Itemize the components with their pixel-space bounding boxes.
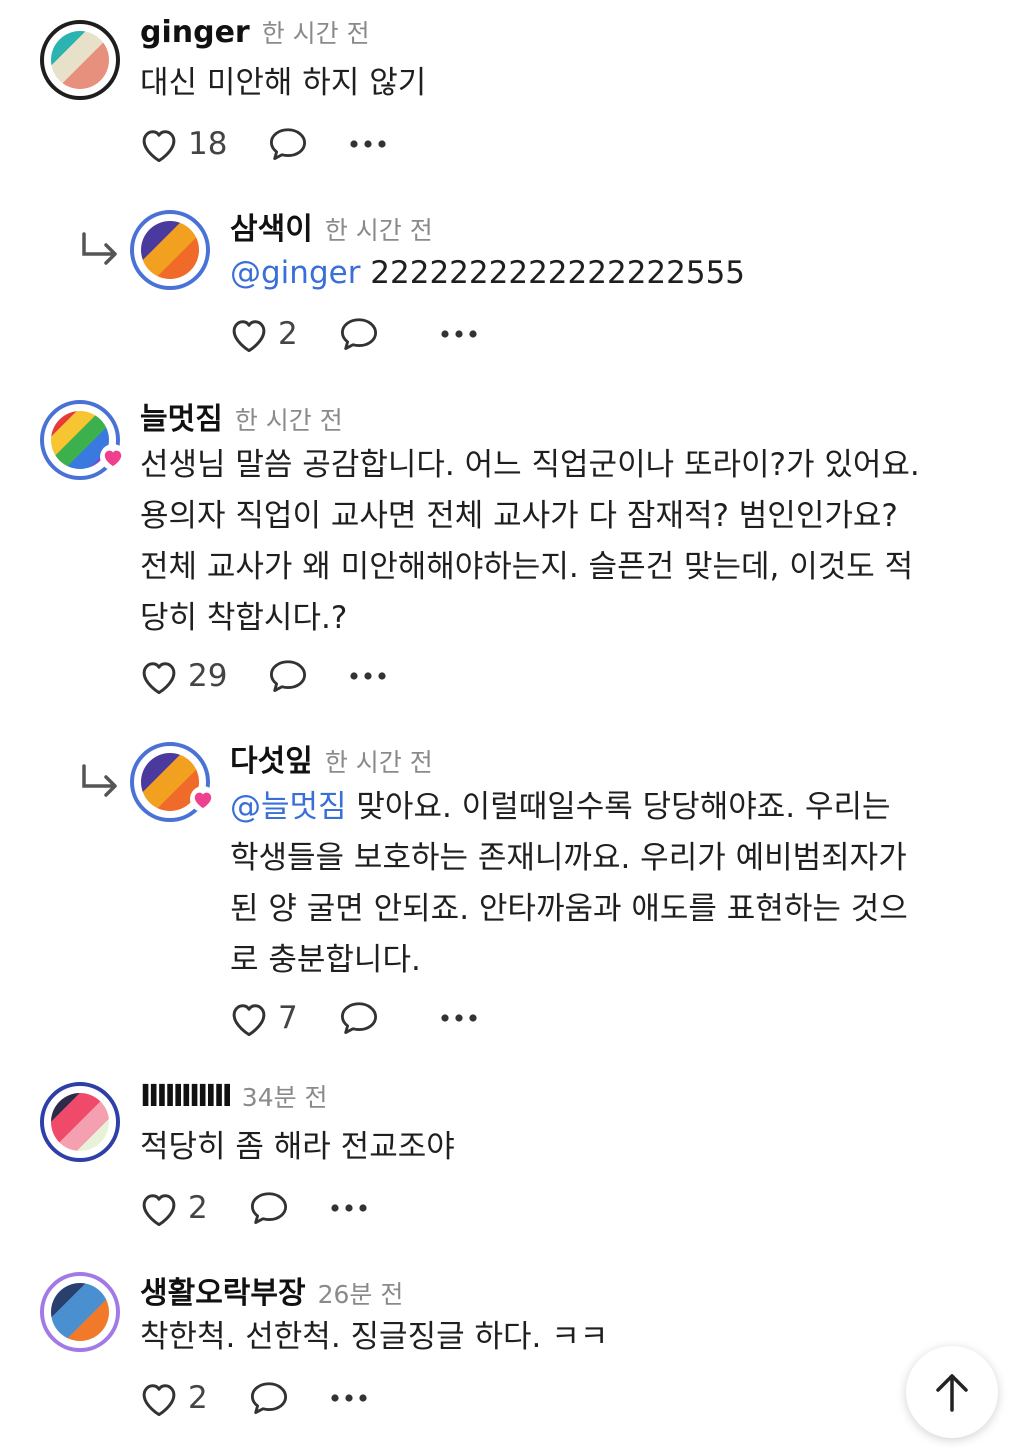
comment-header: 삼색이 한 시간 전 (230, 204, 433, 248)
comment-header: 늘멋짐 한 시간 전 (140, 394, 343, 438)
comment-text-line: 착한척. 선한척. 징글징글 하다. ㅋㅋ (140, 1319, 609, 1355)
arrow-up-icon (936, 1374, 968, 1412)
comment-text: 대신 미안해 하지 않기 (140, 58, 426, 109)
comment-text-line: 선생님 말씀 공감합니다. 어느 직업군이나 또라이?가 있어요. (140, 447, 920, 483)
comment-text-line: 2222222222222222555 (360, 255, 746, 291)
comment-actions: 29 (138, 656, 387, 696)
avatar[interactable] (130, 210, 210, 290)
avatar[interactable] (40, 1082, 120, 1162)
comment-bubble-icon[interactable] (267, 125, 309, 163)
avatar[interactable] (40, 1272, 120, 1352)
comment-item: 생활오락부장 26분 전 착한척. 선한척. 징글징글 하다. ㅋㅋ 2 (0, 1254, 1024, 1454)
avatar-image (51, 1093, 109, 1151)
comment-actions: 2 (228, 314, 478, 354)
mention-link[interactable]: @ginger (230, 255, 360, 291)
comment-text: @ginger 2222222222222222555 (230, 248, 745, 299)
reply-item: 삼색이 한 시간 전 @ginger 2222222222222222555 2 (0, 190, 1024, 380)
reply-arrow-icon (82, 232, 117, 265)
avatar-image (51, 1283, 109, 1341)
author-name[interactable]: ginger (140, 15, 250, 50)
timestamp: 한 시간 전 (324, 216, 433, 245)
mention-link[interactable]: @늘멋짐 (230, 789, 347, 825)
comment-item: IIIIIIIIIII 34분 전 적당히 좀 해라 전교조야 2 (0, 1064, 1024, 1254)
more-dots-icon[interactable] (349, 139, 387, 149)
comment-text-line: 대신 미안해 하지 않기 (140, 65, 427, 101)
heart-icon (232, 320, 266, 353)
timestamp: 34분 전 (241, 1083, 328, 1112)
heart-badge-icon (100, 444, 126, 470)
author-name[interactable]: 늘멋짐 (140, 394, 223, 438)
more-dots-icon[interactable] (349, 671, 387, 681)
heart-icon (142, 662, 176, 695)
reply-item: 다섯잎 한 시간 전 @늘멋짐 맞아요. 이럴때일수록 당당해야죠. 우리는 학… (0, 722, 1024, 1062)
more-dots-icon[interactable] (440, 1013, 478, 1023)
avatar[interactable] (130, 742, 216, 822)
heart-icon (232, 1004, 266, 1037)
author-name[interactable]: IIIIIIIIIII (140, 1079, 233, 1114)
like-count: 2 (188, 1380, 208, 1416)
like-button[interactable]: 7 (228, 998, 298, 1038)
comment-text-line: 로 충분합니다. (230, 942, 421, 978)
comment-text-line: 당히 착합시다.? (140, 600, 348, 636)
comment-actions: 2 (138, 1188, 368, 1228)
like-count: 29 (188, 658, 228, 694)
avatar[interactable] (40, 20, 120, 100)
timestamp: 한 시간 전 (234, 406, 343, 435)
heart-icon (142, 1384, 176, 1417)
timestamp: 26분 전 (317, 1280, 404, 1309)
avatar-image (141, 221, 199, 279)
more-dots-icon[interactable] (440, 329, 478, 339)
comment-header: 생활오락부장 26분 전 (140, 1268, 403, 1312)
comment-bubble-icon[interactable] (267, 657, 309, 695)
comment-text-line: 맞아요. 이럴때일수록 당당해야죠. 우리는 (346, 789, 891, 825)
comment-text-line: 학생들을 보호하는 존재니까요. 우리가 예비범죄자가 (230, 840, 907, 876)
author-name[interactable]: 다섯잎 (230, 736, 313, 780)
comment-text-line: 된 양 굴면 안되죠. 안타까움과 애도를 표현하는 것으 (230, 891, 908, 927)
heart-icon (142, 1194, 176, 1227)
reply-arrow-icon (82, 764, 117, 797)
heart-badge-icon (190, 786, 216, 812)
comment-bubble-icon[interactable] (248, 1189, 290, 1227)
comment-header: IIIIIIIIIII 34분 전 (140, 1078, 328, 1114)
timestamp: 한 시간 전 (261, 19, 370, 48)
like-button[interactable]: 18 (138, 124, 227, 164)
like-button[interactable]: 2 (138, 1188, 208, 1228)
heart-icon (142, 130, 176, 163)
comment-bubble-icon[interactable] (248, 1379, 290, 1417)
like-count: 2 (278, 316, 298, 352)
more-dots-icon[interactable] (330, 1203, 368, 1213)
author-name[interactable]: 삼색이 (230, 204, 313, 248)
timestamp: 한 시간 전 (324, 748, 433, 777)
scroll-to-top-button[interactable] (906, 1346, 998, 1438)
author-name[interactable]: 생활오락부장 (140, 1268, 306, 1312)
like-button[interactable]: 29 (138, 656, 227, 696)
like-count: 7 (278, 1000, 298, 1036)
comment-text: @늘멋짐 맞아요. 이럴때일수록 당당해야죠. 우리는 학생들을 보호하는 존재… (230, 782, 908, 986)
like-button[interactable]: 2 (138, 1378, 208, 1418)
comment-text-line: 적당히 좀 해라 전교조야 (140, 1129, 455, 1165)
comment-actions: 7 (228, 998, 478, 1038)
comment-text-line: 전체 교사가 왜 미안해해야하는지. 슬픈건 맞는데, 이것도 적 (140, 549, 914, 585)
comment-text-line: 용의자 직업이 교사면 전체 교사가 다 잠재적? 범인인가요? (140, 498, 898, 534)
comment-actions: 18 (138, 124, 387, 164)
like-count: 2 (188, 1190, 208, 1226)
like-count: 18 (188, 126, 228, 162)
comment-header: 다섯잎 한 시간 전 (230, 736, 433, 780)
more-dots-icon[interactable] (330, 1393, 368, 1403)
comment-bubble-icon[interactable] (338, 315, 380, 353)
comment-item: 늘멋짐 한 시간 전 선생님 말씀 공감합니다. 어느 직업군이나 또라이?가 … (0, 380, 1024, 720)
comment-item: ginger 한 시간 전 대신 미안해 하지 않기 18 (0, 0, 1024, 190)
avatar-image (51, 31, 109, 89)
comment-header: ginger 한 시간 전 (140, 14, 370, 50)
comment-text: 적당히 좀 해라 전교조야 (140, 1122, 455, 1173)
comment-text: 착한척. 선한척. 징글징글 하다. ㅋㅋ (140, 1312, 608, 1363)
like-button[interactable]: 2 (228, 314, 298, 354)
avatar[interactable] (40, 400, 126, 480)
comment-bubble-icon[interactable] (338, 999, 380, 1037)
comment-actions: 2 (138, 1378, 368, 1418)
comment-text: 선생님 말씀 공감합니다. 어느 직업군이나 또라이?가 있어요. 용의자 직업… (140, 440, 920, 644)
